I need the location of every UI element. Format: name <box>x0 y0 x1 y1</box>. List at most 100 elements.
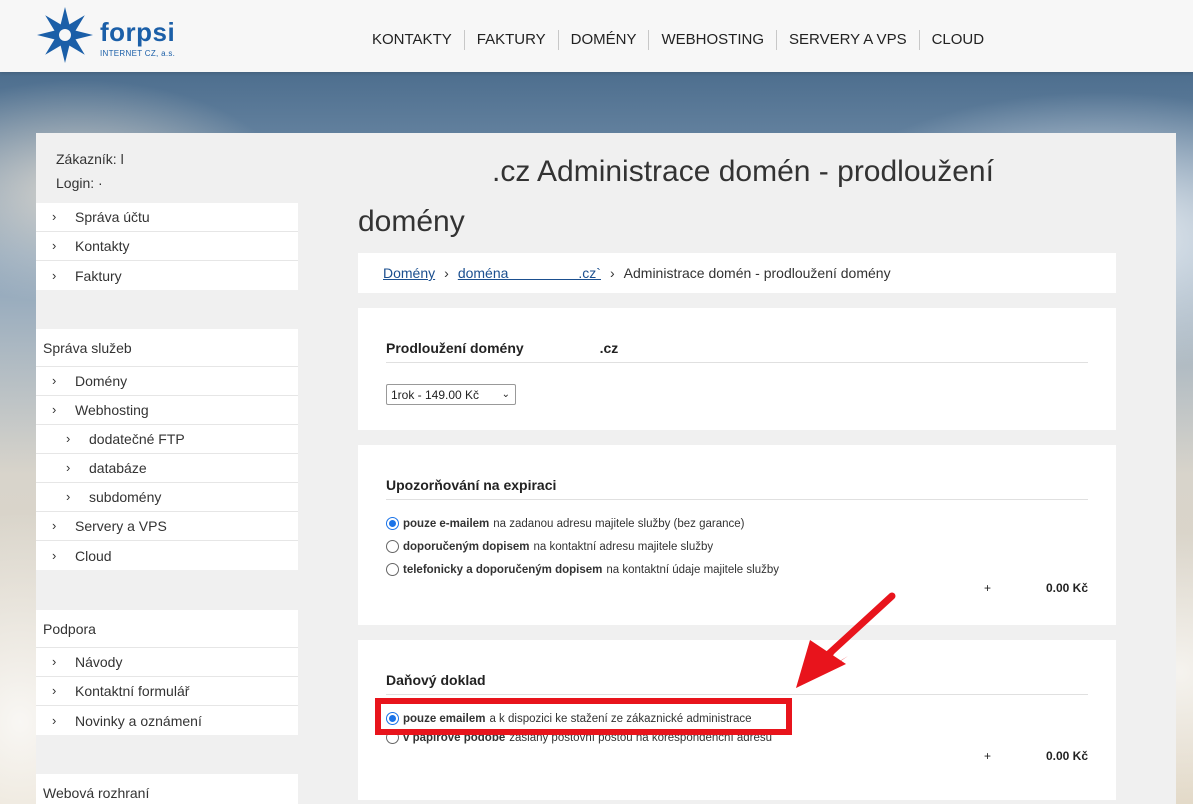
renewal-period-select[interactable]: 1rok - 149.00 Kč ⌄ <box>386 384 516 405</box>
radio-checked-icon[interactable] <box>386 517 399 530</box>
nav-faktury[interactable]: FAKTURY <box>463 30 558 50</box>
login-label: Login: · <box>56 175 103 191</box>
price-plus: + <box>984 581 992 595</box>
sidebar-item-faktury[interactable]: › Faktury <box>36 261 298 290</box>
renewal-card: Prodloužení domény .cz 1rok - 149.00 Kč … <box>358 308 1116 430</box>
expiry-amount: 0.00 Kč <box>1045 581 1088 595</box>
sidebar-item-ftp[interactable]: › dodatečné FTP <box>36 425 298 454</box>
forpsi-logo[interactable]: forpsi INTERNET CZ, a.s. <box>34 5 194 65</box>
user-info: Zákazník: l Login: · <box>56 147 124 195</box>
chevron-right-icon: › <box>52 518 57 533</box>
sidebar-group-title: Správa služeb <box>36 329 298 367</box>
breadcrumb-current: Administrace domén - prodloužení domény <box>623 265 891 281</box>
sidebar-item-label: dodatečné FTP <box>89 431 185 447</box>
sidebar-support: Podpora › Návody › Kontaktní formulář › … <box>36 610 298 735</box>
chevron-right-icon: › <box>66 489 71 504</box>
sidebar-item-kontaktni-formular[interactable]: › Kontaktní formulář <box>36 677 298 706</box>
forpsi-star-icon <box>37 7 93 63</box>
sidebar-item-label: Kontaktní formulář <box>75 683 190 699</box>
sidebar-item-label: Faktury <box>75 267 122 284</box>
brand-name: forpsi <box>100 17 176 47</box>
sidebar-item-label: subdomény <box>89 489 162 505</box>
highlight-box <box>375 698 792 735</box>
chevron-right-icon: › <box>52 209 57 224</box>
option-bold: doporučeným dopisem <box>403 540 530 553</box>
radio-icon[interactable] <box>386 563 399 576</box>
renewal-title: Prodloužení domény .cz <box>386 340 1088 363</box>
page-title: .cz Administrace domén - prodloužení dom… <box>358 147 1128 247</box>
expiry-option-phone[interactable]: telefonicky a doporučeným dopisem na kon… <box>386 558 1088 581</box>
customer-label: Zákazník: l <box>56 151 124 167</box>
tax-price-row: + 0.00 Kč <box>386 749 1088 769</box>
chevron-right-icon: › <box>52 712 57 728</box>
page-title-line1: .cz Administrace domén - prodloužení <box>492 155 994 188</box>
expiry-option-letter[interactable]: doporučeným dopisem na kontaktní adresu … <box>386 535 1088 558</box>
price-plus: + <box>984 749 992 763</box>
chevron-right-icon: › <box>52 238 57 253</box>
sidebar-item-domeny[interactable]: › Domény <box>36 367 298 396</box>
chevron-right-icon: › <box>52 547 57 563</box>
chevron-right-icon: › <box>52 373 57 388</box>
sidebar-item-label: Kontakty <box>75 238 130 254</box>
breadcrumb-separator-icon: › <box>444 265 449 281</box>
renewal-title-text: Prodloužení domény <box>386 340 524 356</box>
breadcrumb: Domény › doména .cz` › Administrace domé… <box>358 253 1116 293</box>
chevron-right-icon: › <box>52 683 57 698</box>
red-arrow-icon <box>796 592 896 688</box>
sidebar-item-subdomeny[interactable]: › subdomény <box>36 483 298 512</box>
sidebar-item-navody[interactable]: › Návody <box>36 648 298 677</box>
renewal-title-domain: .cz <box>599 340 619 356</box>
nav-servery[interactable]: SERVERY A VPS <box>776 30 919 50</box>
nav-kontakty[interactable]: KONTAKTY <box>360 30 464 50</box>
sidebar-item-kontakty[interactable]: › Kontakty <box>36 232 298 261</box>
sidebar-item-servery[interactable]: › Servery a VPS <box>36 512 298 541</box>
sidebar-item-label: Správa účtu <box>75 209 150 225</box>
radio-icon[interactable] <box>386 540 399 553</box>
sidebar-web: Webová rozhraní <box>36 774 298 804</box>
breadcrumb-domeny-link[interactable]: Domény <box>383 253 435 293</box>
breadcrumb-separator-icon: › <box>609 265 615 281</box>
tax-title: Daňový doklad <box>386 672 1088 695</box>
nav-cloud[interactable]: CLOUD <box>918 30 997 50</box>
main-nav: KONTAKTY FAKTURY DOMÉNY WEBHOSTING SERVE… <box>360 30 996 50</box>
chevron-right-icon: › <box>52 654 57 669</box>
chevron-right-icon: › <box>52 402 57 417</box>
renewal-period-value: 1rok - 149.00 Kč <box>391 387 480 402</box>
sidebar-item-label: databáze <box>89 460 147 476</box>
expiry-option-email[interactable]: pouze e-mailem na zadanou adresu majitel… <box>386 512 1088 535</box>
sidebar-item-label: Novinky a oznámení <box>75 712 202 729</box>
option-text: na zadanou adresu majitele služby (bez g… <box>493 517 745 530</box>
brand-subtitle: INTERNET CZ, a.s. <box>100 49 176 58</box>
expiry-title: Upozorňování na expiraci <box>386 477 1088 500</box>
chevron-right-icon: › <box>66 460 71 475</box>
page-title-line2: domény <box>358 205 465 238</box>
tax-amount: 0.00 Kč <box>1045 749 1088 763</box>
option-bold: telefonicky a doporučeným dopisem <box>403 563 603 576</box>
top-header: forpsi INTERNET CZ, a.s. KONTAKTY FAKTUR… <box>0 0 1193 72</box>
sidebar-item-label: Domény <box>75 373 128 389</box>
chevron-right-icon: › <box>66 431 71 446</box>
sidebar-item-label: Servery a VPS <box>75 518 167 534</box>
option-bold: pouze e-mailem <box>403 517 490 530</box>
nav-domeny[interactable]: DOMÉNY <box>557 30 649 50</box>
sidebar-item-label: Cloud <box>75 547 112 564</box>
sidebar-account: › Správa účtu › Kontakty › Faktury <box>36 203 298 290</box>
sidebar-item-label: Návody <box>75 654 123 670</box>
sidebar-item-label: Webhosting <box>75 402 149 418</box>
sidebar-item-webhosting[interactable]: › Webhosting <box>36 396 298 425</box>
sidebar-item-cloud[interactable]: › Cloud <box>36 541 298 570</box>
sidebar-item-sprava-uctu[interactable]: › Správa účtu <box>36 203 298 232</box>
sidebar-services: Správa služeb › Domény › Webhosting › do… <box>36 329 298 570</box>
chevron-right-icon: › <box>52 267 57 283</box>
sidebar-item-novinky[interactable]: › Novinky a oznámení <box>36 706 298 735</box>
chevron-down-icon: ⌄ <box>501 389 510 400</box>
nav-webhosting[interactable]: WEBHOSTING <box>648 30 776 50</box>
option-text: na kontaktní údaje majitele služby <box>606 563 779 576</box>
breadcrumb-domain-link[interactable]: doména .cz` <box>458 253 601 293</box>
sidebar-item-databaze[interactable]: › databáze <box>36 454 298 483</box>
option-text: na kontaktní adresu majitele služby <box>533 540 714 553</box>
sidebar-group-title: Webová rozhraní <box>43 785 150 801</box>
expiry-card: Upozorňování na expiraci pouze e-mailem … <box>358 445 1116 625</box>
expiry-price-row: + 0.00 Kč <box>386 581 1088 601</box>
sidebar-group-title: Podpora <box>36 610 298 648</box>
